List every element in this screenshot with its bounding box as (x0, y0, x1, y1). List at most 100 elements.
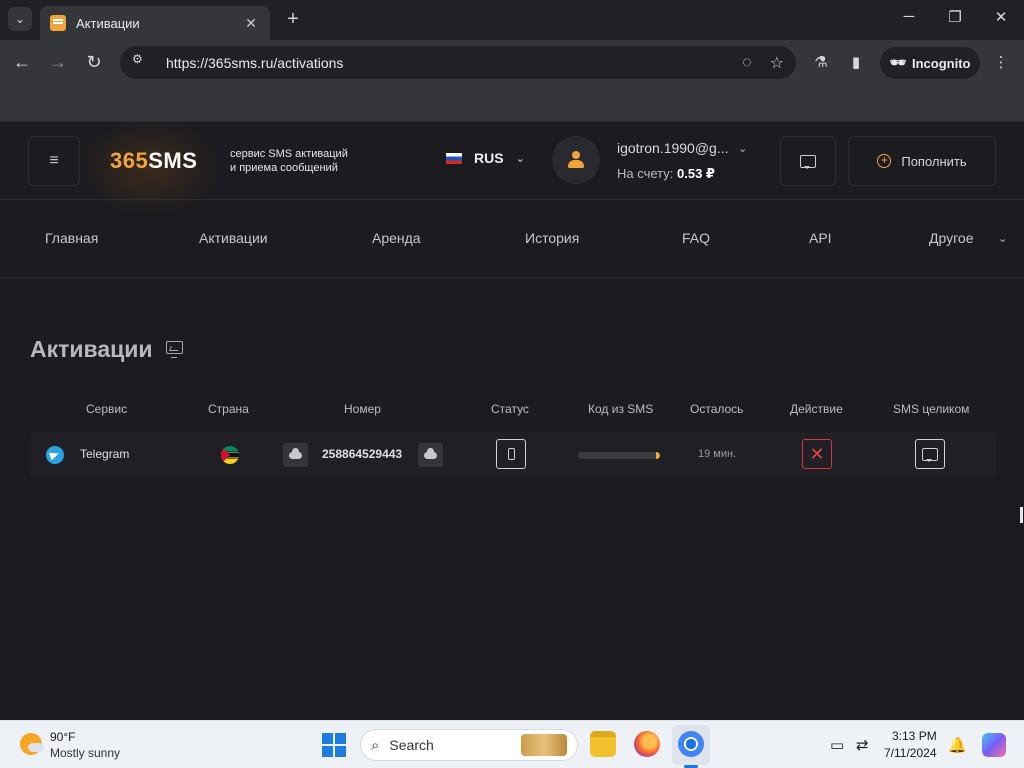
site-header: ≡ 365SMS сервис SMS активаций и приема с… (0, 112, 1024, 222)
account-dropdown-icon[interactable]: ⌄ (738, 142, 747, 155)
page-title: Активации (30, 336, 153, 362)
back-button[interactable]: ← (11, 52, 33, 73)
forward-button[interactable]: → (47, 52, 69, 73)
top-up-label: Пополнить (901, 153, 967, 169)
incognito-badge[interactable]: 🕶 Incognito (880, 47, 980, 79)
language-label: RUS (474, 150, 504, 166)
column-header-number: Номер (344, 402, 381, 416)
plus-circle-icon: + (877, 154, 892, 168)
mozambique-flag-icon (221, 446, 239, 464)
tab-title: Активации (76, 15, 140, 31)
hamburger-icon: ≡ (49, 152, 59, 169)
time-remaining: 19 мин. (698, 448, 737, 460)
phone-link-icon[interactable]: ▭ (830, 736, 844, 754)
column-header-sms-code: Код из SMS (588, 402, 654, 416)
reload-button[interactable]: ↻ (83, 52, 105, 73)
clock-time[interactable]: 3:13 PM (892, 729, 937, 743)
message-icon (922, 447, 938, 462)
column-header-service: Сервис (86, 402, 128, 416)
browser-toolbar: ← → ↻ ⚙ https://365sms.ru/activations ◌ … (0, 40, 1024, 86)
nav-history[interactable]: История (525, 230, 579, 246)
windows-taskbar: 90°F Mostly sunny ⌕ Search ▭ ⇄ 3:13 PM 7… (0, 720, 1024, 768)
site-logo[interactable]: 365SMS (110, 148, 197, 174)
user-avatar[interactable] (552, 136, 600, 184)
top-up-button[interactable]: + Пополнить (848, 136, 996, 186)
bookmark-star-icon[interactable]: ☆ (770, 53, 784, 73)
weather-sun-cloud-icon[interactable] (20, 733, 44, 755)
search-icon: ⌕ (371, 736, 380, 754)
side-panel-icon[interactable]: ▮ (845, 53, 867, 71)
nav-rent[interactable]: Аренда (372, 230, 421, 246)
browser-menu-icon[interactable]: ⋮ (990, 53, 1012, 71)
search-placeholder: Search (389, 737, 434, 753)
account-balance: На счету: 0.53 ₽ (617, 166, 715, 182)
mouse-cursor (1020, 507, 1023, 523)
url-text[interactable]: https://365sms.ru/activations (166, 55, 724, 71)
weather-description[interactable]: Mostly sunny (50, 746, 120, 760)
logo-number: 365 (110, 148, 149, 173)
chevron-down-icon[interactable]: ⌄ (998, 232, 1007, 245)
cloud-icon (289, 447, 302, 459)
nav-home[interactable]: Главная (45, 230, 98, 246)
copilot-icon[interactable] (982, 733, 1006, 757)
table-row: Telegram 258864529443 19 мин. ✕ (30, 432, 996, 478)
new-tab-button[interactable]: + (282, 8, 304, 31)
tab-search-button[interactable]: ⌄ (8, 7, 32, 31)
network-icon[interactable]: ⇄ (856, 736, 869, 754)
chrome-icon[interactable] (678, 731, 704, 757)
tagline-line-2: и приема сообщений (230, 162, 338, 174)
monitor-chart-icon[interactable] (166, 341, 183, 358)
close-tab-icon[interactable]: ✕ (242, 15, 260, 32)
copy-number-button[interactable] (283, 443, 308, 467)
eye-off-icon[interactable]: ◌ (742, 54, 752, 72)
sms-code-progress (578, 452, 660, 459)
messages-button[interactable] (780, 136, 836, 186)
view-full-sms-button[interactable] (915, 439, 945, 469)
cancel-activation-button[interactable]: ✕ (802, 439, 832, 469)
close-window-button[interactable]: ✕ (986, 8, 1016, 26)
logo-text: SMS (148, 148, 198, 173)
minimize-button[interactable]: ─ (894, 8, 924, 25)
chat-bubble-icon (800, 154, 816, 169)
column-header-country: Страна (208, 402, 249, 416)
browser-tab-bar: ⌄ Активации ✕ + ─ ❐ ✕ (0, 0, 1024, 40)
search-highlight-image (521, 734, 567, 756)
chevron-down-icon: ⌄ (515, 152, 525, 165)
maximize-button[interactable]: ❐ (940, 8, 970, 26)
tagline-line-1: сервис SMS активаций (230, 148, 348, 160)
column-header-action: Действие (790, 402, 843, 416)
labs-icon[interactable]: ⚗ (810, 53, 832, 71)
taskbar-search[interactable]: ⌕ Search (360, 729, 578, 761)
incognito-icon: 🕶 (889, 55, 906, 70)
upload-button[interactable] (418, 443, 443, 467)
user-email[interactable]: igotron.1990@g... (617, 140, 729, 156)
status-button[interactable] (496, 439, 526, 469)
nav-other[interactable]: Другое (929, 230, 973, 246)
clock-date[interactable]: 7/11/2024 (884, 746, 937, 760)
site-info-icon[interactable]: ⚙ (132, 52, 154, 74)
nav-faq[interactable]: FAQ (682, 230, 710, 246)
nav-activations[interactable]: Активации (199, 230, 268, 246)
balance-label: На счету: (617, 166, 674, 181)
weather-temperature[interactable]: 90°F (50, 730, 75, 744)
cloud-upload-icon (424, 447, 437, 459)
nav-api[interactable]: API (809, 230, 832, 246)
address-bar[interactable]: ⚙ https://365sms.ru/activations ◌ ☆ (120, 46, 796, 79)
site-favicon-icon (50, 15, 66, 31)
notification-bell-icon[interactable]: 🔔 (948, 736, 967, 754)
russia-flag-icon (446, 152, 462, 164)
firefox-icon[interactable] (634, 731, 660, 757)
site-tagline: сервис SMS активаций и приема сообщений (230, 147, 360, 175)
incognito-label: Incognito (912, 55, 971, 71)
file-explorer-icon[interactable] (590, 731, 616, 757)
balance-value: 0.53 ₽ (677, 166, 715, 181)
language-selector[interactable]: RUS ⌄ (446, 150, 525, 166)
column-header-remaining: Осталось (690, 402, 744, 416)
browser-tab-activations[interactable]: Активации ✕ (40, 6, 270, 40)
close-icon: ✕ (809, 443, 825, 464)
user-icon (568, 151, 584, 169)
progress-fill (578, 452, 660, 459)
telegram-icon (46, 446, 64, 464)
windows-start-icon[interactable] (322, 733, 346, 757)
column-header-status: Статус (491, 402, 529, 416)
